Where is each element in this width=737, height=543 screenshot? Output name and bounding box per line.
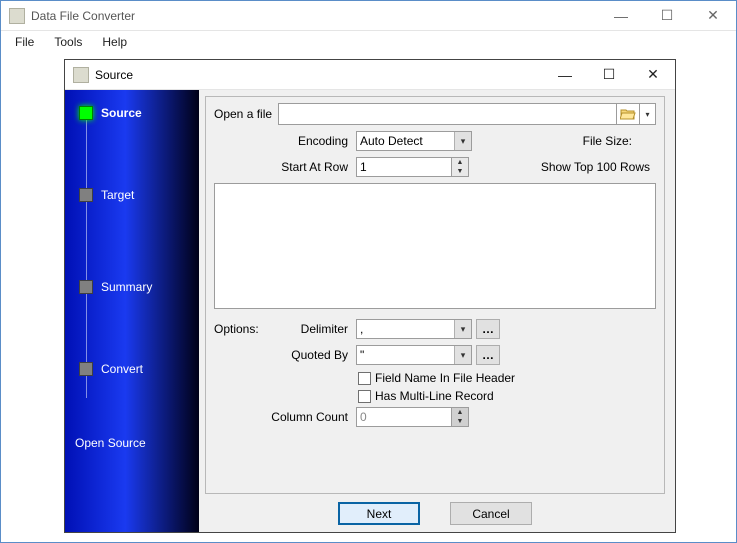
file-history-dropdown[interactable]: ▾ bbox=[640, 103, 656, 125]
encoding-value: Auto Detect bbox=[360, 134, 423, 148]
menubar: File Tools Help bbox=[1, 31, 736, 53]
main-window: Data File Converter — ☐ ✕ File Tools Hel… bbox=[0, 0, 737, 543]
wizard-main: Open a file ▾ bbox=[199, 90, 675, 532]
file-path-input[interactable] bbox=[278, 103, 617, 125]
dialog-icon bbox=[73, 67, 89, 83]
minimize-button[interactable]: — bbox=[598, 1, 644, 30]
dialog-close-button[interactable]: ✕ bbox=[631, 60, 675, 89]
step-marker-icon bbox=[79, 106, 93, 120]
chevron-down-icon: ▾ bbox=[454, 320, 471, 338]
delimiter-select[interactable]: , ▾ bbox=[356, 319, 472, 339]
spinner-buttons: ▲▼ bbox=[452, 407, 469, 427]
cancel-button[interactable]: Cancel bbox=[450, 502, 532, 525]
multiline-label: Has Multi-Line Record bbox=[375, 389, 494, 403]
encoding-select[interactable]: Auto Detect ▾ bbox=[356, 131, 472, 151]
colcount-spinner[interactable]: ▲▼ bbox=[356, 407, 469, 427]
step-source[interactable]: Source bbox=[79, 106, 142, 120]
step-summary[interactable]: Summary bbox=[79, 280, 152, 294]
maximize-button[interactable]: ☐ bbox=[644, 1, 690, 30]
quotedby-label: Quoted By bbox=[270, 348, 348, 362]
step-connector bbox=[86, 118, 87, 398]
wizard-sidebar: Source Target Summary Convert Open Sou bbox=[65, 90, 199, 532]
delimiter-label: Delimiter bbox=[270, 322, 348, 336]
step-label: Target bbox=[101, 188, 134, 202]
menu-file[interactable]: File bbox=[7, 33, 42, 51]
preview-area bbox=[214, 183, 656, 309]
start-row-input[interactable] bbox=[356, 157, 452, 177]
step-marker-icon bbox=[79, 280, 93, 294]
step-convert[interactable]: Convert bbox=[79, 362, 143, 376]
step-label: Summary bbox=[101, 280, 152, 294]
field-name-label: Field Name In File Header bbox=[375, 371, 515, 385]
colcount-label: Column Count bbox=[270, 410, 348, 424]
start-row-spinner[interactable]: ▲▼ bbox=[356, 157, 469, 177]
dialog-buttons: Next Cancel bbox=[205, 502, 665, 525]
quotedby-value: " bbox=[360, 348, 364, 362]
checkbox-icon bbox=[358, 372, 371, 385]
step-target[interactable]: Target bbox=[79, 188, 134, 202]
main-titlebar: Data File Converter — ☐ ✕ bbox=[1, 1, 736, 31]
encoding-label: Encoding bbox=[286, 134, 348, 148]
dialog-titlebar: Source — ☐ ✕ bbox=[65, 60, 675, 90]
app-icon bbox=[9, 8, 25, 24]
spinner-buttons[interactable]: ▲▼ bbox=[452, 157, 469, 177]
multiline-checkbox[interactable]: Has Multi-Line Record bbox=[358, 389, 656, 403]
client-area: Source — ☐ ✕ Source Target bbox=[1, 53, 736, 542]
show-top-label: Show Top 100 Rows bbox=[541, 160, 650, 174]
options-label: Options: bbox=[214, 322, 270, 336]
menu-help[interactable]: Help bbox=[94, 33, 135, 51]
quotedby-select[interactable]: " ▾ bbox=[356, 345, 472, 365]
open-file-label: Open a file bbox=[214, 107, 278, 121]
step-label: Convert bbox=[101, 362, 143, 376]
delimiter-more-button[interactable]: … bbox=[476, 319, 500, 339]
step-marker-icon bbox=[79, 188, 93, 202]
next-button[interactable]: Next bbox=[338, 502, 420, 525]
checkbox-icon bbox=[358, 390, 371, 403]
colcount-input[interactable] bbox=[356, 407, 452, 427]
menu-tools[interactable]: Tools bbox=[46, 33, 90, 51]
close-button[interactable]: ✕ bbox=[690, 1, 736, 30]
step-marker-icon bbox=[79, 362, 93, 376]
start-row-label: Start At Row bbox=[270, 160, 348, 174]
field-name-checkbox[interactable]: Field Name In File Header bbox=[358, 371, 656, 385]
step-label: Source bbox=[101, 106, 142, 120]
form-panel: Open a file ▾ bbox=[205, 96, 665, 494]
wizard-hint: Open Source bbox=[75, 436, 146, 450]
file-size-label: File Size: bbox=[583, 134, 632, 148]
folder-open-icon bbox=[620, 107, 636, 121]
dialog-title: Source bbox=[95, 68, 543, 82]
app-title: Data File Converter bbox=[31, 9, 598, 23]
dialog-minimize-button[interactable]: — bbox=[543, 60, 587, 89]
delimiter-value: , bbox=[360, 322, 363, 336]
dialog-maximize-button[interactable]: ☐ bbox=[587, 60, 631, 89]
source-dialog: Source — ☐ ✕ Source Target bbox=[64, 59, 676, 533]
chevron-down-icon: ▾ bbox=[454, 132, 471, 150]
quotedby-more-button[interactable]: … bbox=[476, 345, 500, 365]
browse-button[interactable] bbox=[616, 103, 640, 125]
chevron-down-icon: ▾ bbox=[454, 346, 471, 364]
